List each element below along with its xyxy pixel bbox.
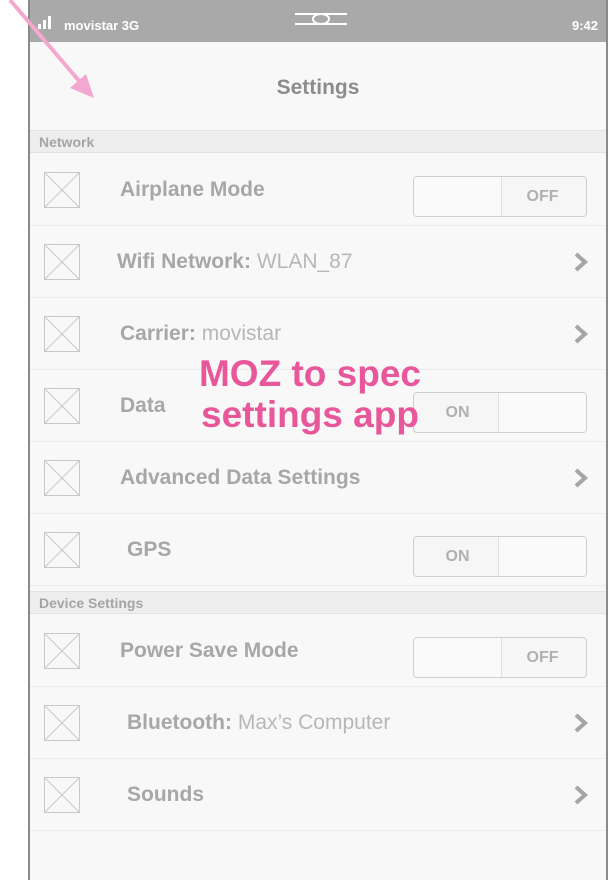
settings-row-gps[interactable]: GPS ON [30,514,606,586]
row-label: Bluetooth: Max’s Computer [127,711,390,735]
image-placeholder-icon [44,777,80,813]
image-placeholder-icon [44,388,80,424]
image-placeholder-icon [44,633,80,669]
toggle-state-label: OFF [526,188,559,205]
row-label: Airplane Mode [120,178,265,201]
image-placeholder-icon [44,460,80,496]
chevron-right-icon [574,785,589,805]
row-label: Wifi Network: WLAN_87 [117,250,353,274]
settings-row-sounds[interactable]: Sounds [30,759,606,831]
annotation-overlay: MOZ to spec settings app [160,353,460,436]
wifi-value: WLAN_87 [256,250,353,273]
image-placeholder-icon [44,244,80,280]
wifi-label: Wifi Network: [117,250,251,273]
row-label: GPS [127,538,172,561]
clock: 9:42 [571,18,598,33]
power-save-toggle[interactable]: OFF [413,637,587,678]
image-placeholder-icon [44,172,80,208]
settings-row-airplane-mode[interactable]: Airplane Mode OFF [30,154,606,226]
settings-row-advanced-data[interactable]: Advanced Data Settings [30,442,606,514]
row-label: Power Save Mode [120,639,299,662]
page-title: Settings [276,76,360,99]
battery-icon [295,13,347,25]
section-header-device-settings: Device Settings [30,591,606,614]
chevron-right-icon [574,713,589,733]
gps-toggle[interactable]: ON [413,536,587,577]
settings-row-wifi-network[interactable]: Wifi Network: WLAN_87 [30,226,606,298]
bluetooth-value: Max’s Computer [237,711,391,734]
annotation-line-1: MOZ to spec [198,353,422,394]
image-placeholder-icon [44,316,80,352]
settings-row-power-save[interactable]: Power Save Mode OFF [30,615,606,687]
phone-frame: movistar 3G 9:42 Settings Network Airpla… [28,0,608,880]
section-header-network: Network [30,130,606,153]
carrier-row-label: Carrier: [120,322,196,345]
chevron-right-icon [574,468,589,488]
image-placeholder-icon [44,705,80,741]
settings-row-bluetooth[interactable]: Bluetooth: Max’s Computer [30,687,606,759]
row-label: Carrier: movistar [120,322,281,346]
airplane-mode-toggle[interactable]: OFF [413,176,587,217]
row-label: Sounds [127,783,204,806]
toggle-knob [414,638,502,677]
carrier-row-value: movistar [201,322,282,345]
pink-arrow-icon [8,0,94,98]
chevron-right-icon [574,252,589,272]
status-bar: movistar 3G 9:42 [30,0,606,42]
row-label: Data [120,394,166,417]
chevron-right-icon [574,324,589,344]
toggle-state-label: OFF [526,649,559,666]
annotation-line-2: settings app [201,394,419,436]
toggle-knob [498,393,586,432]
bluetooth-label: Bluetooth: [127,711,232,734]
row-label: Advanced Data Settings [120,466,361,489]
toggle-state-label: ON [445,548,470,565]
toggle-knob [498,537,586,576]
toggle-knob [414,177,502,216]
image-placeholder-icon [44,532,80,568]
nav-bar: Settings [30,42,606,130]
